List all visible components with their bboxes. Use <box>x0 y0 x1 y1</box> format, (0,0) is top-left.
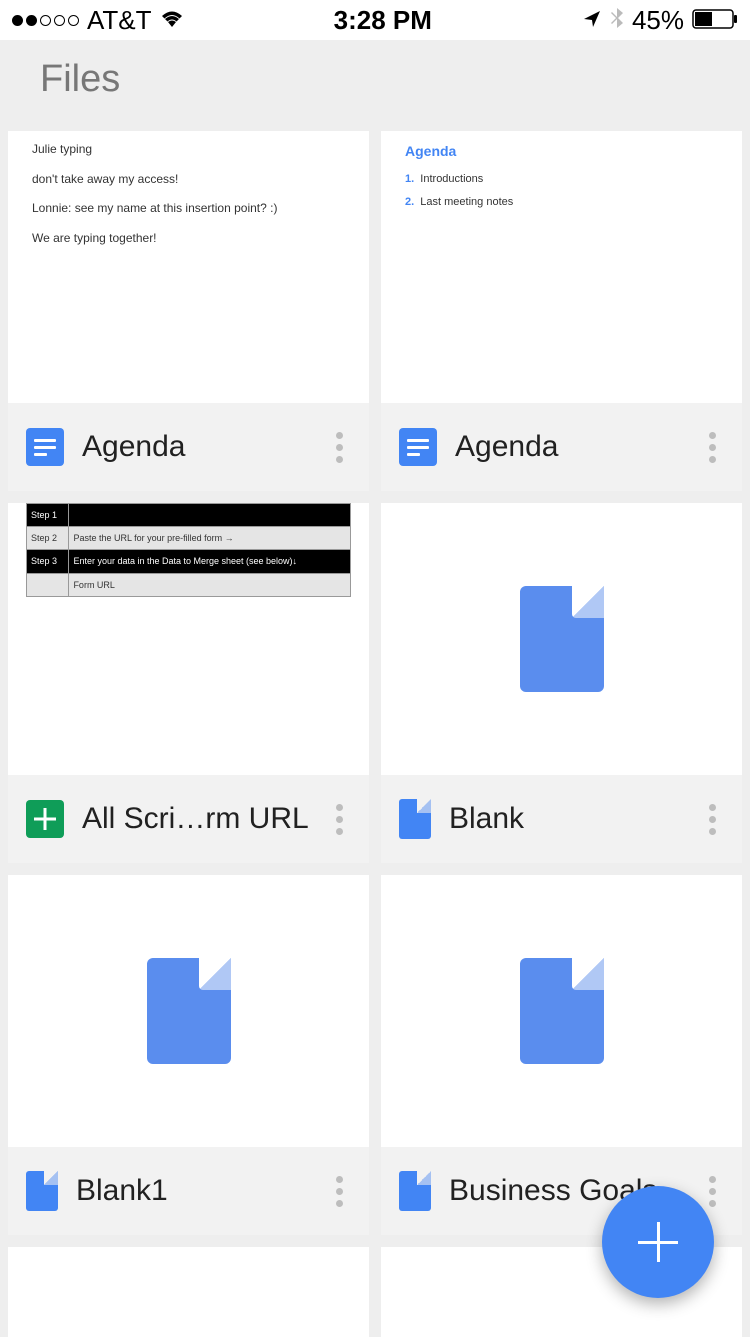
more-options-button[interactable] <box>701 1168 724 1215</box>
doc-icon <box>26 428 64 466</box>
page-title: Files <box>40 58 120 100</box>
file-title: Agenda <box>455 430 683 464</box>
file-card-footer: All Scri…rm URL <box>8 775 369 863</box>
battery-percent: 45% <box>632 5 684 36</box>
file-card-footer: Agenda <box>381 403 742 491</box>
file-card-footer: Agenda <box>8 403 369 491</box>
doc-icon <box>399 428 437 466</box>
more-options-button[interactable] <box>701 796 724 843</box>
file-card[interactable]: Step 1Step 2Paste the URL for your pre-f… <box>8 503 369 863</box>
status-bar: AT&T 3:28 PM 45% <box>0 0 750 40</box>
file-thumbnail: Step 1Step 2Paste the URL for your pre-f… <box>8 503 369 775</box>
wifi-icon <box>160 5 184 36</box>
file-card[interactable]: Agenda1. Introductions2. Last meeting no… <box>381 131 742 491</box>
file-icon <box>399 1171 431 1211</box>
file-title: Blank <box>449 802 683 836</box>
file-card[interactable] <box>8 1247 369 1337</box>
file-thumbnail: Julie typingdon't take away my access!Lo… <box>8 131 369 403</box>
status-right: 45% <box>582 5 738 36</box>
file-title: All Scri…rm URL <box>82 802 310 836</box>
battery-icon <box>692 5 738 36</box>
signal-dots <box>12 15 79 26</box>
create-fab-button[interactable] <box>602 1186 714 1298</box>
file-icon <box>520 586 604 692</box>
file-card-footer: Blank <box>381 775 742 863</box>
more-options-button[interactable] <box>328 796 351 843</box>
file-icon <box>26 1171 58 1211</box>
files-grid: Julie typingdon't take away my access!Lo… <box>0 131 750 1337</box>
file-icon <box>147 958 231 1064</box>
status-time: 3:28 PM <box>334 5 432 36</box>
more-options-button[interactable] <box>701 424 724 471</box>
file-thumbnail <box>381 875 742 1147</box>
file-card[interactable]: Blank1 <box>8 875 369 1235</box>
file-card[interactable]: Blank <box>381 503 742 863</box>
carrier-label: AT&T <box>87 5 152 36</box>
status-left: AT&T <box>12 5 184 36</box>
file-thumbnail: Agenda1. Introductions2. Last meeting no… <box>381 131 742 403</box>
more-options-button[interactable] <box>328 1168 351 1215</box>
file-thumbnail <box>381 503 742 775</box>
file-card[interactable]: Julie typingdon't take away my access!Lo… <box>8 131 369 491</box>
file-card[interactable]: Business Goals <box>381 875 742 1235</box>
bluetooth-icon <box>610 5 624 36</box>
more-options-button[interactable] <box>328 424 351 471</box>
file-icon <box>399 799 431 839</box>
file-title: Blank1 <box>76 1174 310 1208</box>
page-header: Files <box>0 40 750 131</box>
file-card-footer: Blank1 <box>8 1147 369 1235</box>
location-icon <box>582 5 602 36</box>
file-title: Agenda <box>82 430 310 464</box>
file-icon <box>520 958 604 1064</box>
file-thumbnail <box>8 875 369 1147</box>
sheet-icon <box>26 800 64 838</box>
file-thumbnail <box>8 1247 369 1337</box>
